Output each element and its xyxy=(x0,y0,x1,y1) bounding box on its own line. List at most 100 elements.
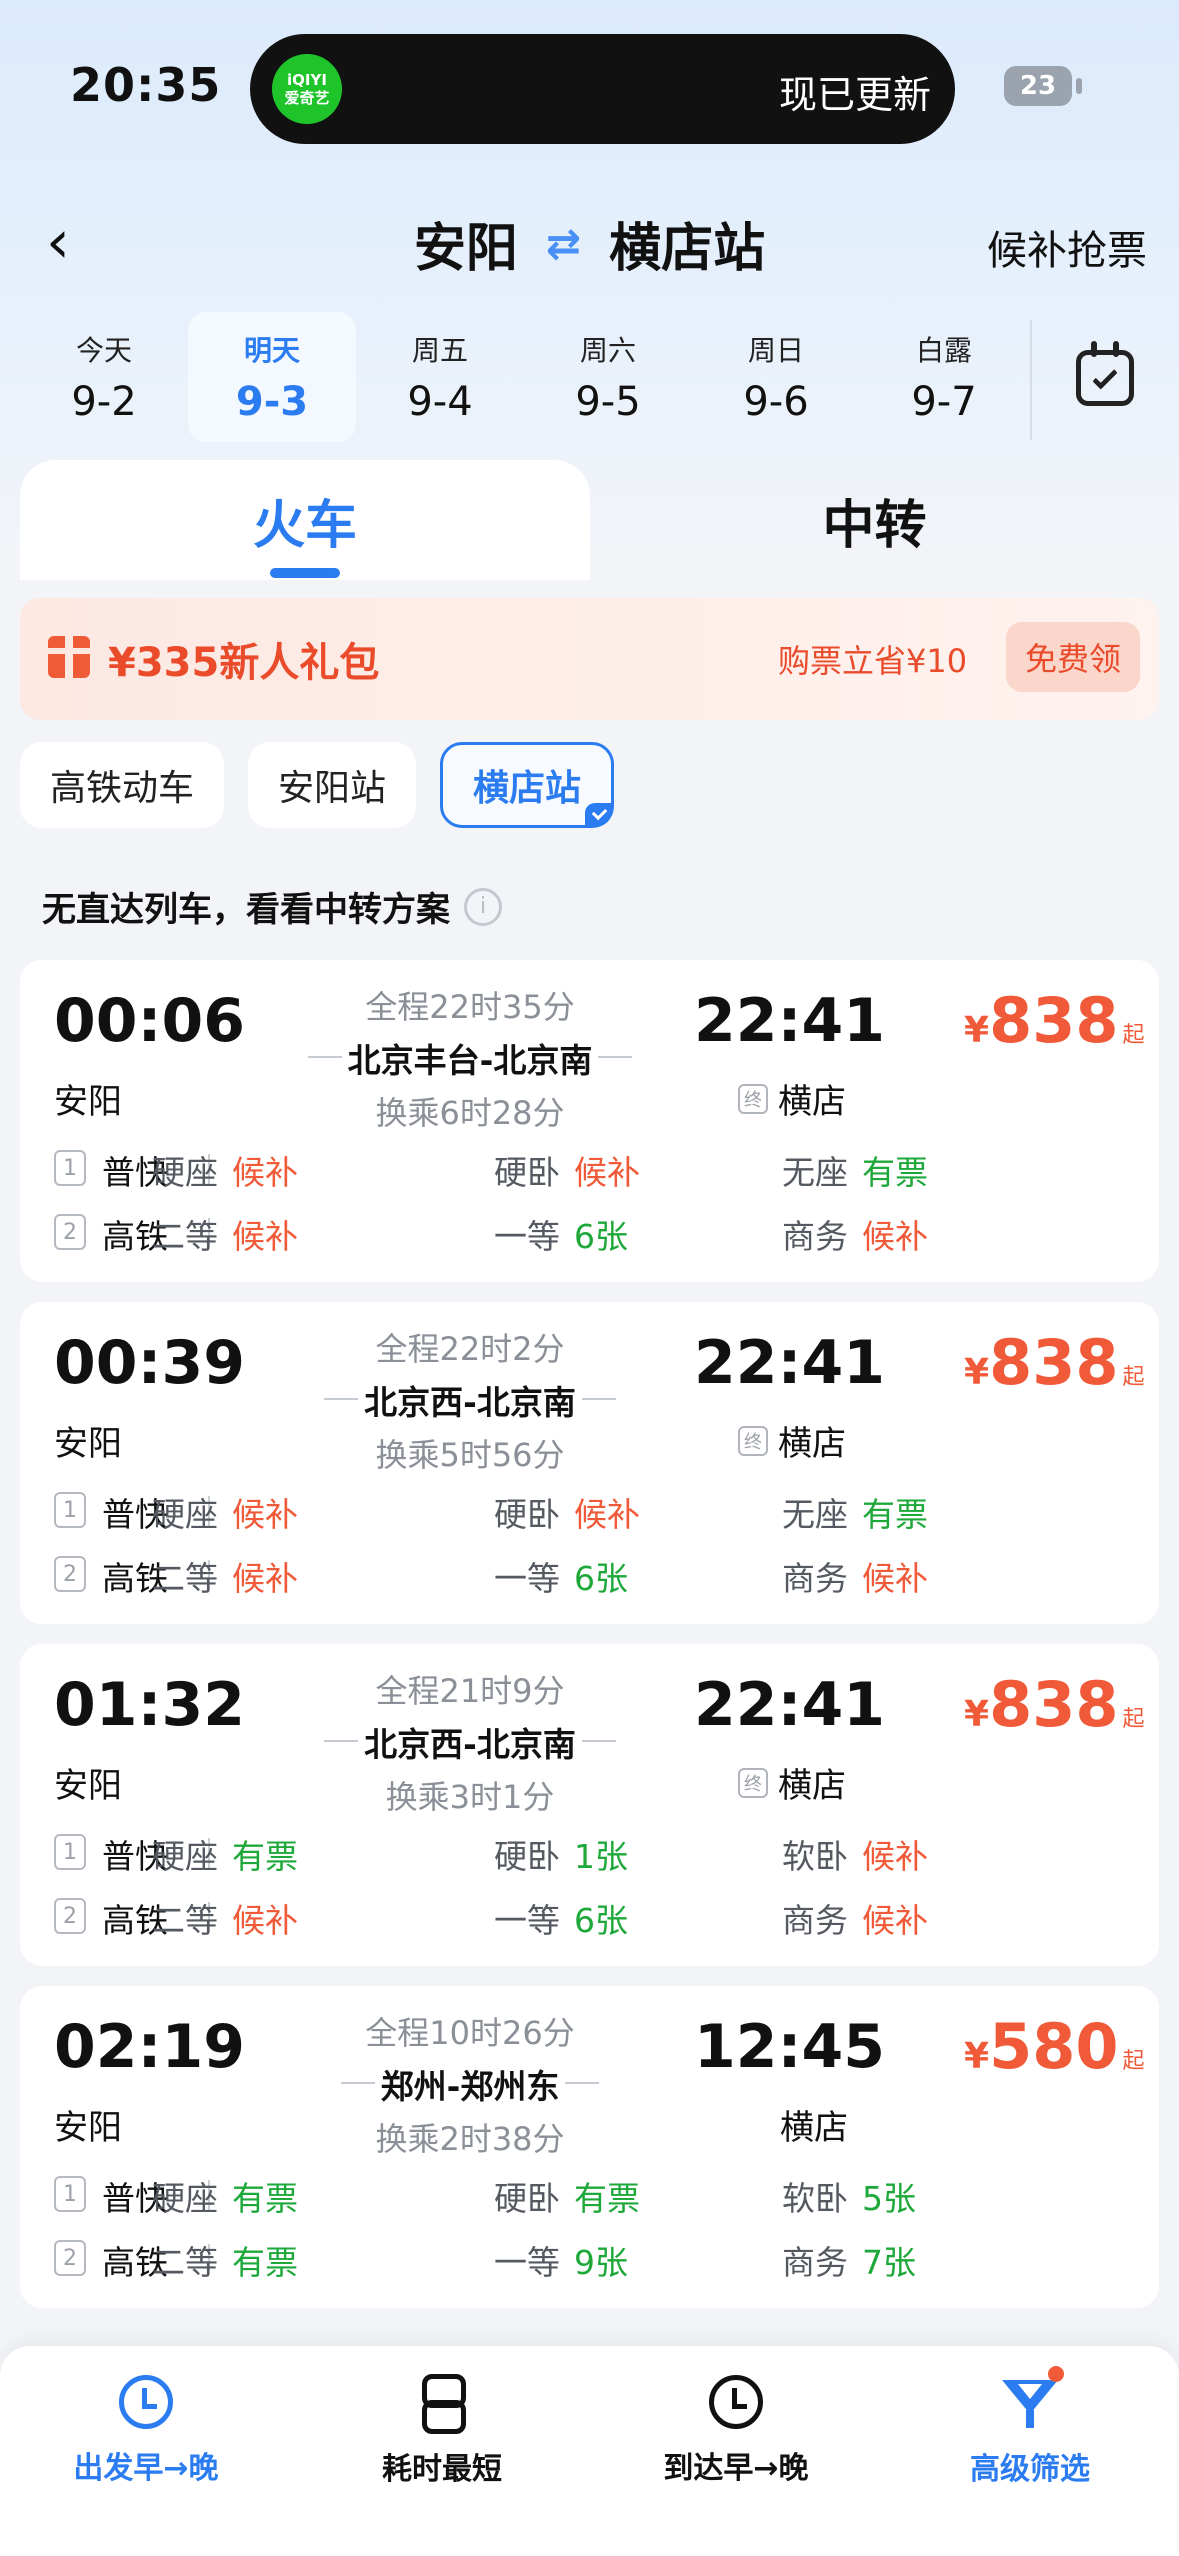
segment-index-badge: 1 xyxy=(54,2176,86,2212)
transfer-result-card[interactable]: 00:39 安阳 全程22时2分 北京西-北京南 换乘5时56分 22:41 终横店 ¥838… xyxy=(20,1302,1159,1624)
transfer-stations: 北京西-北京南 xyxy=(324,1718,616,1766)
transfer-result-card[interactable]: 02:19 安阳 全程10时26分 郑州-郑州东 换乘2时38分 12:45 横店 ¥580 起… xyxy=(20,1986,1159,2308)
terminal-badge: 终 xyxy=(738,1083,768,1114)
seat-class: 二等 xyxy=(152,1217,218,1256)
segment-row: 2 高铁 二等 候补 一等 6张 商务 候补 xyxy=(54,1894,1134,1940)
transfer-result-card[interactable]: 00:06 安阳 全程22时35分 北京丰台-北京南 换乘6时28分 22:41 终横店 ¥8… xyxy=(20,960,1159,1282)
waitlist-button[interactable]: 候补抢票 xyxy=(987,218,1147,276)
seat-availability: 二等 候补 xyxy=(152,1552,298,1600)
date-value: 9-2 xyxy=(71,379,137,425)
seat-status: 有票 xyxy=(232,2179,298,2218)
date-value: 9-7 xyxy=(911,379,977,425)
tab-train[interactable]: 火车 xyxy=(20,460,590,580)
route-to[interactable]: 横店站 xyxy=(609,206,765,281)
arrive-time: 22:41 xyxy=(694,986,885,1056)
route-from[interactable]: 安阳 xyxy=(414,206,518,281)
date-weekday: 今天 xyxy=(75,334,132,367)
date-item[interactable]: 周日 9-6 xyxy=(692,312,860,442)
promo-claim-button[interactable]: 免费领 xyxy=(1006,622,1140,692)
seat-availability: 软卧 候补 xyxy=(782,1830,928,1878)
date-weekday: 明天 xyxy=(243,334,300,367)
seat-class: 硬座 xyxy=(152,1153,218,1192)
seat-status: 6张 xyxy=(574,1901,628,1940)
info-icon[interactable]: i xyxy=(464,887,502,926)
transfer-result-card[interactable]: 01:32 安阳 全程21时9分 北京西-北京南 换乘3时1分 22:41 终横店 ¥838 起… xyxy=(20,1644,1159,1966)
arrive-station: 终横店 xyxy=(738,1074,846,1123)
sort-shortest-duration[interactable]: 耗时最短 xyxy=(312,2346,572,2516)
segment-index-badge: 1 xyxy=(54,1150,86,1186)
check-icon xyxy=(585,803,614,827)
calendar-icon[interactable] xyxy=(1076,341,1134,406)
seat-status: 候补 xyxy=(574,1153,640,1192)
arrive-station-name: 横店 xyxy=(780,2108,848,2148)
seat-status: 候补 xyxy=(862,1559,928,1598)
date-item[interactable]: 周六 9-5 xyxy=(524,312,692,442)
iqiyi-logo-text: iQIYI xyxy=(287,71,327,89)
seat-class: 一等 xyxy=(494,1217,560,1256)
arrive-station-name: 横店 xyxy=(778,1424,846,1464)
mode-tabs: 火车 中转 xyxy=(20,460,1159,580)
seat-status: 有票 xyxy=(574,2179,640,2218)
seat-availability: 二等 候补 xyxy=(152,1894,298,1942)
sort-depart-early[interactable]: 出发早→晚 xyxy=(16,2346,276,2516)
price-suffix: 起 xyxy=(1122,2049,1145,2074)
status-time: 20:35 xyxy=(70,58,222,112)
status-bar: 20:35 iQIYI 爱奇艺 现已更新 23 xyxy=(0,0,1179,170)
seat-class: 一等 xyxy=(494,1559,560,1598)
seat-availability: 商务 候补 xyxy=(782,1210,928,1258)
seat-class: 硬座 xyxy=(152,1495,218,1534)
segment-index-badge: 1 xyxy=(54,1492,86,1528)
filter-chip-arrival-station[interactable]: 横店站 xyxy=(440,742,615,828)
date-item[interactable]: 周五 9-4 xyxy=(356,312,524,442)
hourglass-icon xyxy=(422,2374,466,2434)
arrive-station: 终横店 xyxy=(738,1416,846,1465)
seat-status: 候补 xyxy=(232,1559,298,1598)
bottom-sort-bar: 出发早→晚 耗时最短 到达早→晚 高级筛选 xyxy=(0,2346,1179,2556)
depart-time: 01:32 xyxy=(54,1670,245,1740)
filter-chip-highspeed[interactable]: 高铁动车 xyxy=(20,742,225,828)
seat-availability: 硬卧 候补 xyxy=(494,1146,640,1194)
no-direct-notice: 无直达列车，看看中转方案 i xyxy=(42,882,502,931)
filter-chip-departure-station[interactable]: 安阳站 xyxy=(248,742,417,828)
swap-icon[interactable]: ⇄ xyxy=(546,219,581,268)
sort-label: 耗时最短 xyxy=(382,2452,502,2487)
seat-class: 硬卧 xyxy=(494,1837,560,1876)
seat-class: 商务 xyxy=(782,1559,848,1598)
arrive-station: 终横店 xyxy=(738,1758,846,1807)
total-duration: 全程22时35分 xyxy=(365,988,575,1026)
segment-index-badge: 2 xyxy=(54,1214,86,1250)
tab-active-indicator xyxy=(270,568,340,578)
seat-availability: 二等 候补 xyxy=(152,1210,298,1258)
arrive-time: 22:41 xyxy=(694,1670,885,1740)
seat-class: 硬座 xyxy=(152,1837,218,1876)
sort-arrive-early[interactable]: 到达早→晚 xyxy=(606,2346,866,2516)
seat-class: 二等 xyxy=(152,2243,218,2282)
price-value: 838 xyxy=(989,984,1119,1057)
date-value: 9-6 xyxy=(743,379,809,425)
gift-icon xyxy=(48,636,90,678)
price-value: 838 xyxy=(989,1326,1119,1399)
date-item[interactable]: 白露 9-7 xyxy=(860,312,1028,442)
advanced-filter-button[interactable]: 高级筛选 xyxy=(900,2346,1160,2516)
route-summary: 全程10时26分 郑州-郑州东 换乘2时38分 xyxy=(290,2008,650,2160)
seat-class: 商务 xyxy=(782,1217,848,1256)
seat-availability: 硬座 有票 xyxy=(152,2172,298,2220)
price-suffix: 起 xyxy=(1122,1023,1145,1048)
seat-status: 候补 xyxy=(232,1495,298,1534)
sort-label: 高级筛选 xyxy=(970,2452,1090,2487)
filter-icon xyxy=(1002,2366,1064,2430)
clock-icon xyxy=(709,2375,763,2429)
seat-availability: 无座 有票 xyxy=(782,1146,928,1194)
tab-transfer[interactable]: 中转 xyxy=(590,460,1159,580)
date-item[interactable]: 今天 9-2 xyxy=(20,312,188,442)
depart-time: 02:19 xyxy=(54,2012,245,2082)
date-value: 9-3 xyxy=(235,379,309,425)
dynamic-island[interactable]: iQIYI 爱奇艺 现已更新 xyxy=(250,34,955,144)
segment-index-badge: 2 xyxy=(54,1556,86,1592)
price-currency: ¥ xyxy=(964,1694,990,1735)
price-value: 838 xyxy=(989,1668,1119,1741)
segment-index-badge: 1 xyxy=(54,1834,86,1870)
date-item[interactable]: 明天 9-3 xyxy=(188,312,356,442)
notification-dot xyxy=(1048,2366,1064,2382)
promo-banner[interactable]: ¥335新人礼包 购票立省¥10 免费领 xyxy=(20,598,1159,720)
